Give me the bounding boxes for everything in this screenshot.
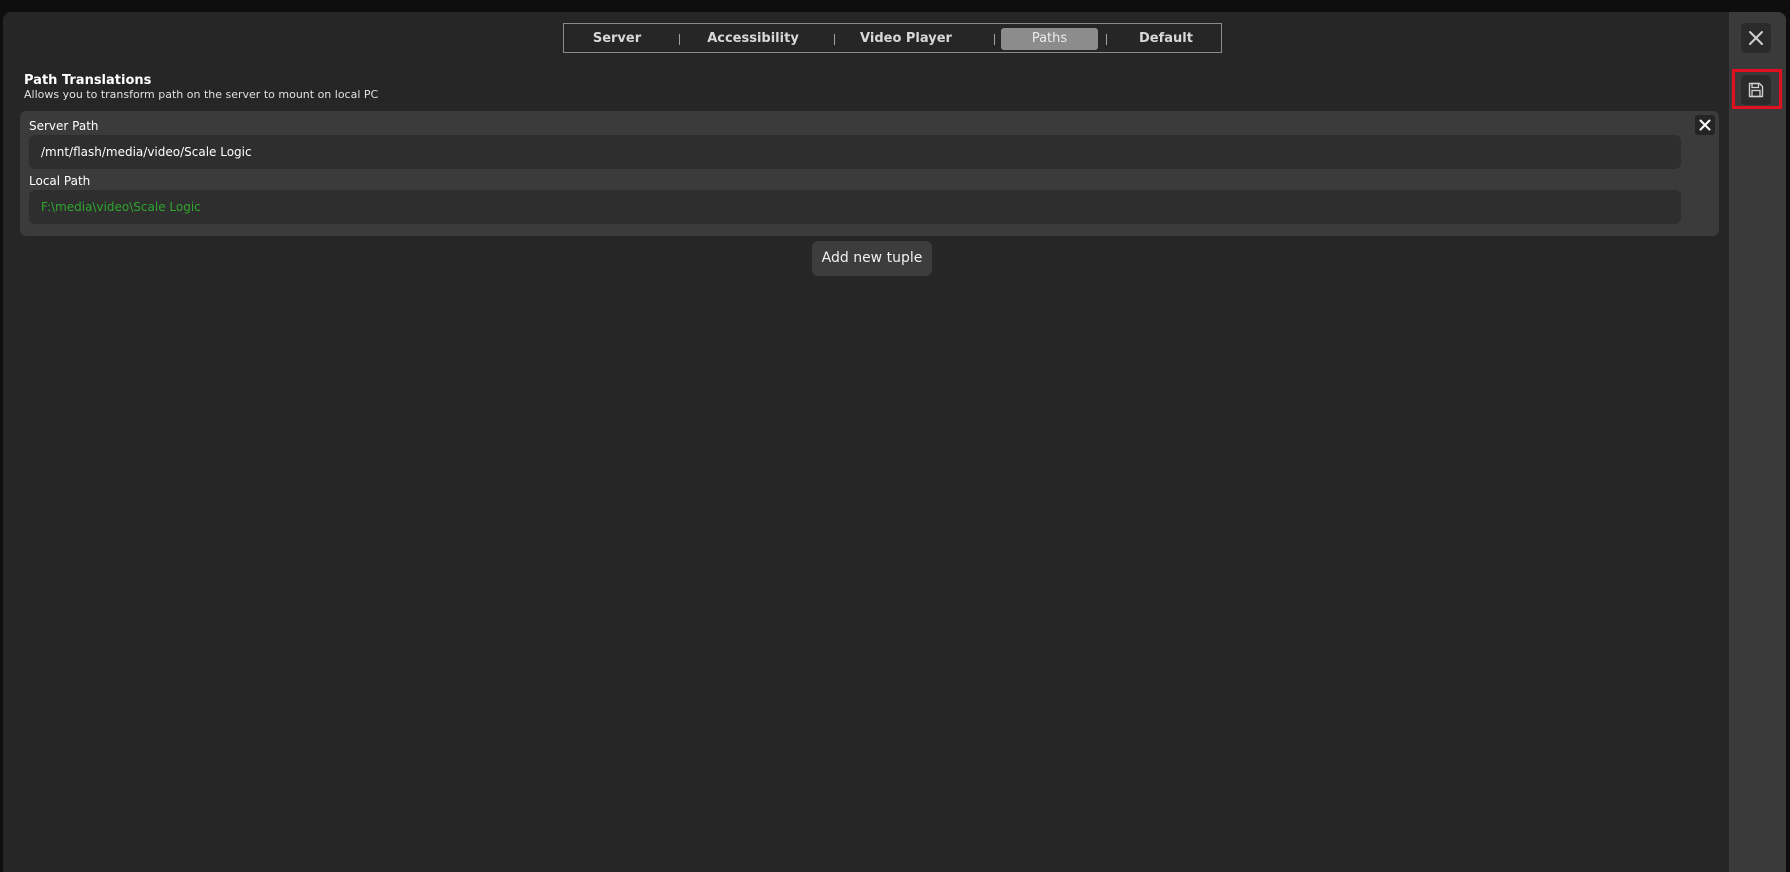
add-new-tuple-button[interactable]: Add new tuple	[812, 241, 932, 276]
tab-separator	[679, 34, 680, 45]
close-icon	[1695, 115, 1715, 135]
tab-accessibility[interactable]: Accessibility	[697, 28, 809, 50]
tab-separator	[994, 34, 995, 45]
server-path-label: Server Path	[29, 119, 99, 133]
tab-server[interactable]: Server	[574, 28, 660, 50]
server-path-input[interactable]: /mnt/flash/media/video/Scale Logic	[29, 135, 1681, 169]
close-icon	[1741, 23, 1771, 53]
tab-default[interactable]: Default	[1119, 28, 1213, 50]
tab-paths[interactable]: Paths	[1001, 28, 1098, 50]
path-tuple-card: Server Path /mnt/flash/media/video/Scale…	[20, 111, 1719, 236]
settings-tab-bar: Server Accessibility Video Player Paths …	[563, 23, 1222, 53]
remove-tuple-button[interactable]	[1695, 115, 1715, 135]
settings-main-panel: Server Accessibility Video Player Paths …	[3, 12, 1729, 872]
close-settings-button[interactable]	[1741, 23, 1771, 53]
save-settings-button[interactable]	[1741, 75, 1771, 105]
floppy-disk-icon	[1741, 75, 1771, 105]
tab-video-player[interactable]: Video Player	[851, 28, 961, 50]
section-title: Path Translations	[24, 73, 152, 88]
local-path-label: Local Path	[29, 174, 91, 188]
tab-separator	[1106, 34, 1107, 45]
local-path-input[interactable]: F:\media\video\Scale Logic	[29, 190, 1681, 224]
tab-separator	[834, 34, 835, 45]
section-description: Allows you to transform path on the serv…	[24, 88, 379, 101]
settings-window: Server Accessibility Video Player Paths …	[3, 12, 1786, 872]
settings-action-sidebar	[1729, 12, 1786, 872]
